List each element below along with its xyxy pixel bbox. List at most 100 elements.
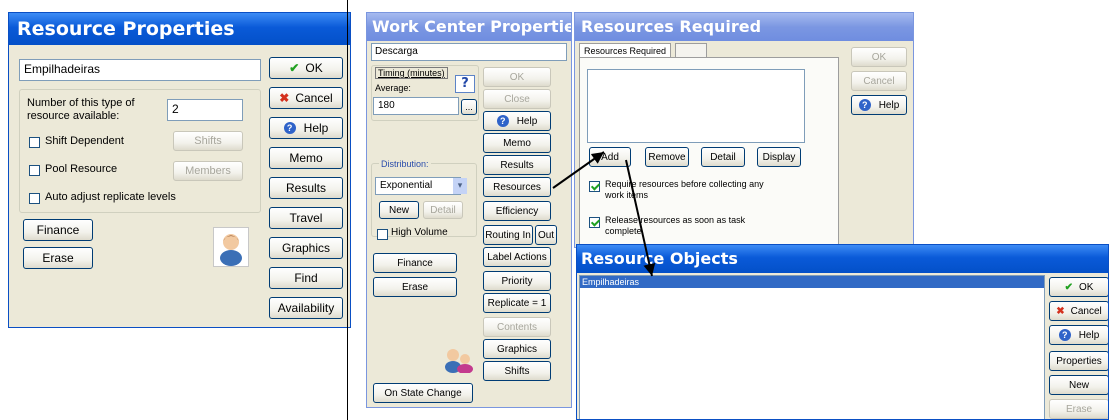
help-label: Help: [303, 121, 329, 135]
auto-adjust-label: Auto adjust replicate levels: [45, 191, 176, 203]
require-resources-label: Require resources before collecting any …: [605, 179, 764, 200]
contents-button[interactable]: Contents: [483, 317, 551, 337]
distribution-detail-button[interactable]: Detail: [423, 201, 463, 219]
rr-help-label: Help: [878, 99, 900, 111]
distribution-select[interactable]: Exponential: [375, 177, 461, 195]
cancel-label: Cancel: [295, 91, 333, 105]
resources-listbox[interactable]: [587, 69, 805, 143]
label-actions-button[interactable]: Label Actions: [483, 247, 551, 267]
help-icon: ?: [1058, 329, 1071, 341]
ok-button[interactable]: ✔ OK: [269, 57, 343, 79]
wc-help-label: Help: [516, 115, 538, 127]
help-icon: ?: [283, 122, 296, 134]
ro-erase-button[interactable]: Erase: [1049, 399, 1108, 419]
high-volume-label: High Volume: [391, 227, 448, 238]
shift-dependent-checkbox[interactable]: [29, 137, 40, 148]
pool-resource-label: Pool Resource: [45, 163, 118, 175]
results-button[interactable]: Results: [269, 177, 343, 199]
release-resources-checkbox[interactable]: [589, 217, 600, 228]
ro-cancel-button[interactable]: ✖ Cancel: [1049, 301, 1108, 321]
blank-tab[interactable]: [675, 43, 707, 58]
average-browse-button[interactable]: ...: [461, 99, 477, 115]
timing-help-icon[interactable]: ?: [455, 75, 475, 93]
resource-group-icon: [443, 345, 475, 374]
distribution-label: Distribution:: [379, 159, 431, 169]
wc-close-button[interactable]: Close: [483, 89, 551, 109]
count-label: Number of this type of resource availabl…: [27, 97, 135, 122]
resources-required-tab[interactable]: Resources Required: [579, 43, 672, 58]
availability-button[interactable]: Availability: [269, 297, 343, 319]
find-button[interactable]: Find: [269, 267, 343, 289]
wc-finance-button[interactable]: Finance: [373, 253, 457, 273]
wc-memo-button[interactable]: Memo: [483, 133, 551, 153]
distribution-group: [371, 163, 477, 237]
display-button[interactable]: Display: [757, 147, 801, 167]
require-resources-checkbox[interactable]: [589, 181, 600, 192]
rr-cancel-button[interactable]: Cancel: [851, 71, 907, 91]
average-field[interactable]: 180: [373, 97, 459, 115]
resource-person-icon: [213, 227, 249, 267]
check-icon: ✔: [1064, 281, 1073, 293]
wc-resources-button[interactable]: Resources: [483, 177, 551, 197]
graphics-button[interactable]: Graphics: [269, 237, 343, 259]
wc-results-button[interactable]: Results: [483, 155, 551, 175]
detail-button[interactable]: Detail: [701, 147, 745, 167]
help-button[interactable]: ? Help: [269, 117, 343, 139]
wc-erase-button[interactable]: Erase: [373, 277, 457, 297]
ro-new-button[interactable]: New: [1049, 375, 1108, 395]
shifts-button[interactable]: Shifts: [173, 131, 243, 151]
window-title: Resource Properties: [9, 13, 350, 45]
cancel-icon: ✖: [1056, 305, 1065, 317]
timing-label: Timing (minutes): [375, 67, 448, 79]
rr-ok-button[interactable]: OK: [851, 47, 907, 67]
help-icon: ?: [858, 99, 871, 111]
erase-button[interactable]: Erase: [23, 247, 93, 269]
resources-required-window: Resources Required Resources Required Ad…: [574, 12, 914, 248]
cancel-button[interactable]: ✖ Cancel: [269, 87, 343, 109]
finance-button[interactable]: Finance: [23, 219, 93, 241]
wc-efficiency-button[interactable]: Efficiency: [483, 201, 551, 221]
check-icon: ✔: [289, 61, 300, 75]
distribution-new-button[interactable]: New: [379, 201, 419, 219]
work-center-window: Work Center Properties Descarga Timing (…: [366, 12, 572, 408]
resources-required-title: Resources Required: [575, 13, 913, 41]
resource-objects-title: Resource Objects: [577, 245, 1108, 273]
ro-ok-label: OK: [1078, 281, 1094, 293]
shift-dependent-label: Shift Dependent: [45, 135, 124, 147]
divider-line: [347, 0, 348, 420]
memo-button[interactable]: Memo: [269, 147, 343, 169]
work-center-title: Work Center Properties: [367, 13, 571, 41]
ok-label: OK: [305, 61, 323, 75]
travel-button[interactable]: Travel: [269, 207, 343, 229]
list-item[interactable]: Empilhadeiras: [580, 276, 1044, 288]
add-button[interactable]: Add: [589, 147, 631, 167]
wc-help-button[interactable]: ? Help: [483, 111, 551, 131]
members-button[interactable]: Members: [173, 161, 243, 181]
wc-ok-button[interactable]: OK: [483, 67, 551, 87]
work-center-name-field[interactable]: Descarga: [371, 43, 567, 61]
priority-button[interactable]: Priority: [483, 271, 551, 291]
count-field[interactable]: 2: [167, 99, 243, 121]
ro-help-button[interactable]: ? Help: [1049, 325, 1108, 345]
pool-resource-checkbox[interactable]: [29, 165, 40, 176]
average-label: Average:: [375, 83, 411, 93]
release-resources-label: Release resources as soon as task comple…: [605, 215, 746, 236]
chevron-down-icon[interactable]: ▾: [453, 178, 467, 194]
resource-objects-window: Resource Objects Empilhadeiras ✔ OK ✖ Canc…: [576, 244, 1109, 420]
wc-shifts-button[interactable]: Shifts: [483, 361, 551, 381]
ro-ok-button[interactable]: ✔ OK: [1049, 277, 1108, 297]
resource-name-field[interactable]: Empilhadeiras: [19, 59, 261, 81]
remove-button[interactable]: Remove: [645, 147, 689, 167]
replicate-button[interactable]: Replicate = 1: [483, 293, 551, 313]
ro-properties-button[interactable]: Properties: [1049, 351, 1108, 371]
on-state-change-button[interactable]: On State Change: [373, 383, 473, 403]
auto-adjust-checkbox[interactable]: [29, 193, 40, 204]
wc-graphics-button[interactable]: Graphics: [483, 339, 551, 359]
cancel-icon: ✖: [279, 91, 290, 105]
rr-help-button[interactable]: ? Help: [851, 95, 907, 115]
routing-in-button[interactable]: Routing In: [483, 225, 533, 245]
high-volume-checkbox[interactable]: [377, 229, 388, 240]
routing-out-button[interactable]: Out: [535, 225, 557, 245]
resource-objects-list[interactable]: Empilhadeiras: [579, 275, 1045, 419]
help-icon: ?: [496, 115, 509, 127]
